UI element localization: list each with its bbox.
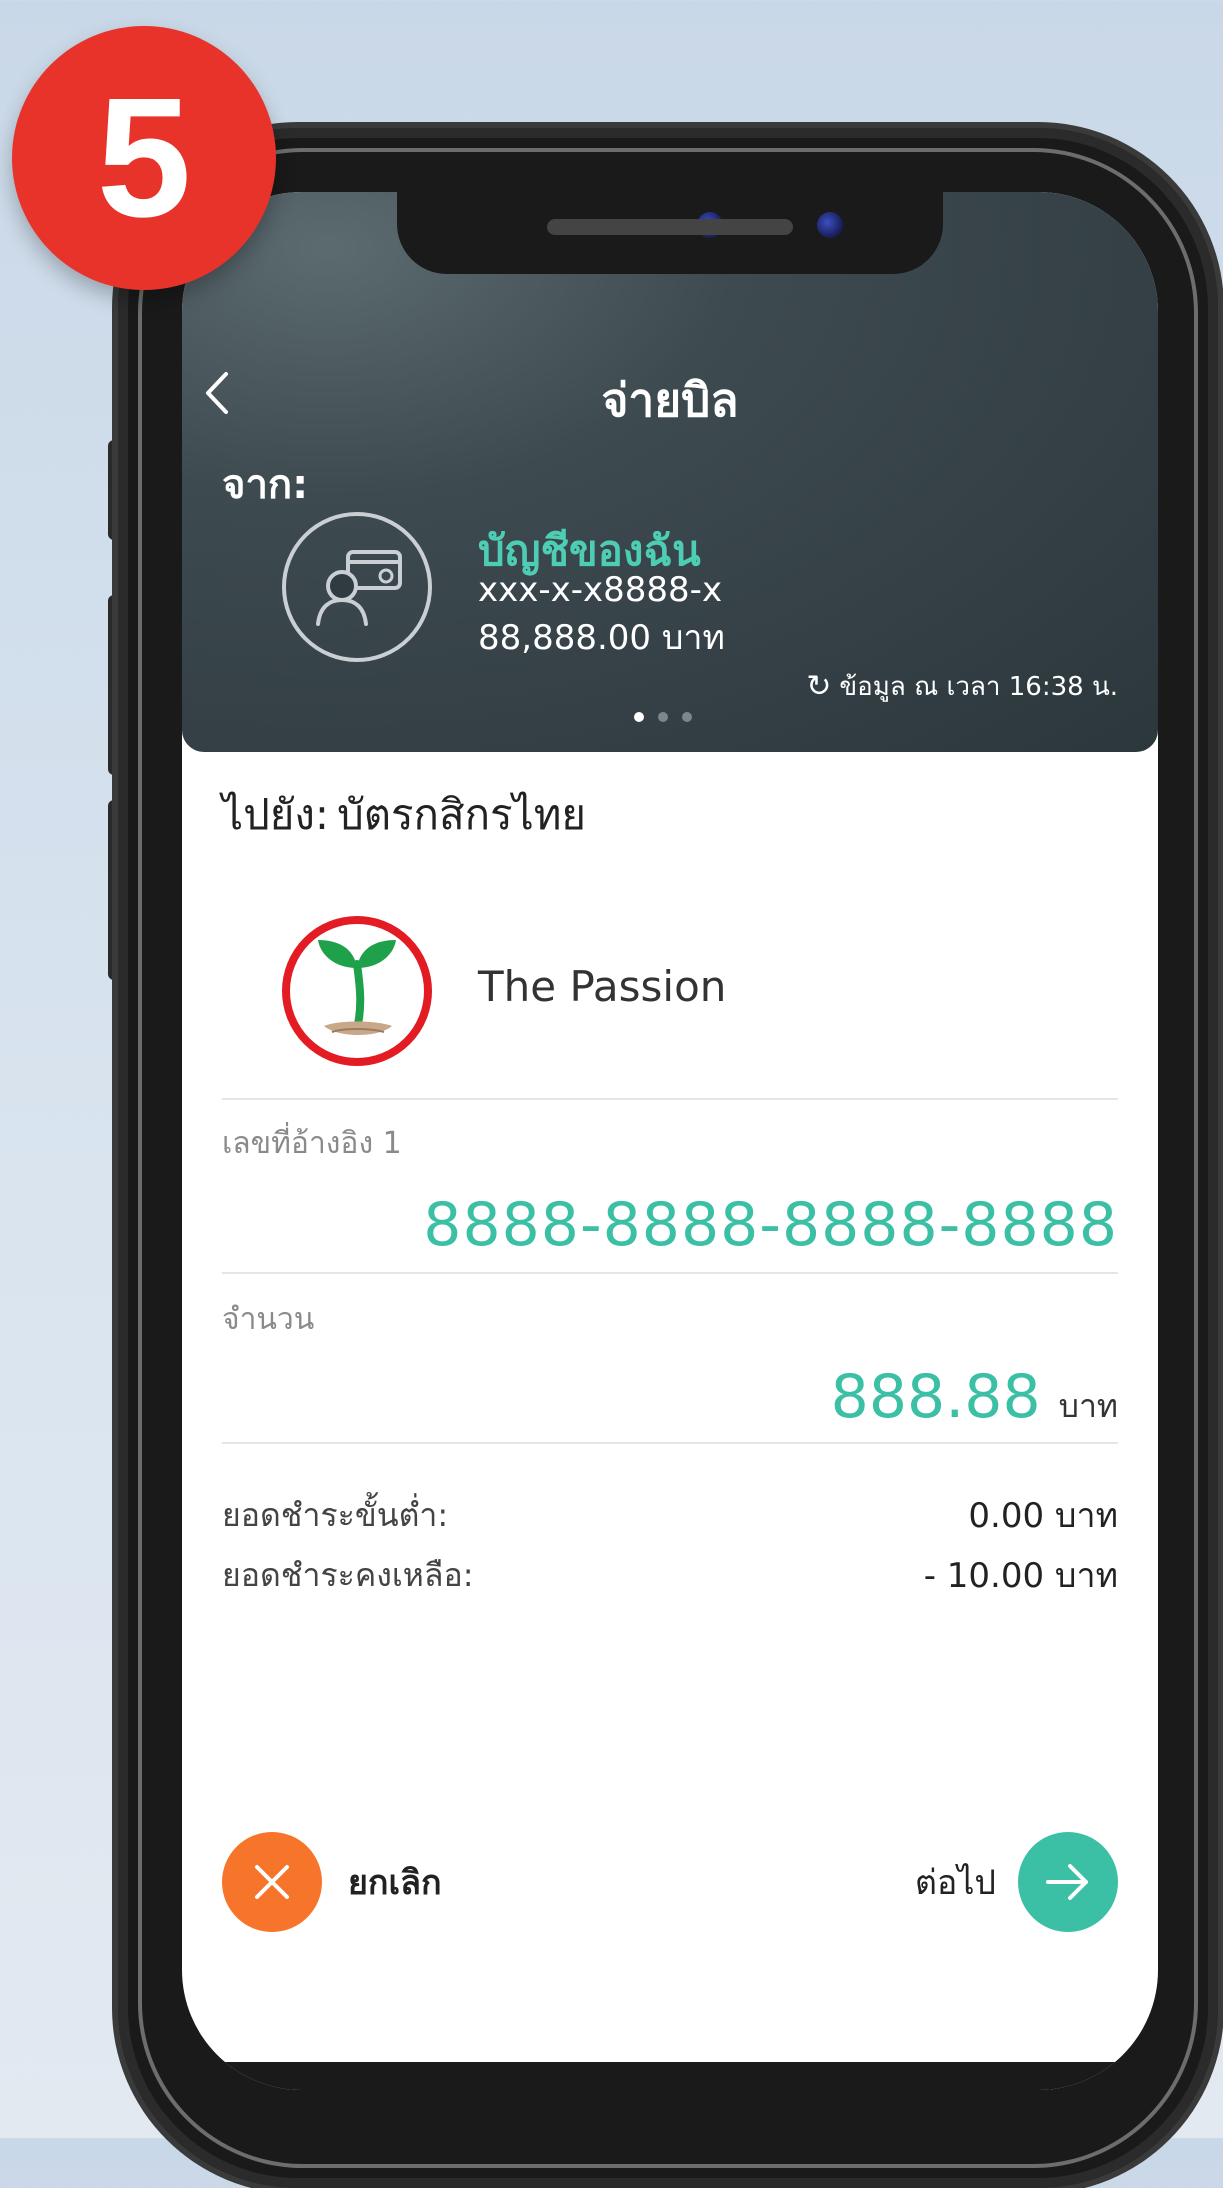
account-number: xxx-x-x8888-x bbox=[478, 570, 723, 610]
phone-screen: จ่ายบิล จาก: บัญชีของฉัน xxx-x-x8888-x 8… bbox=[182, 192, 1158, 2090]
speaker-grille bbox=[547, 219, 793, 235]
home-bar bbox=[182, 2062, 1158, 2090]
notch bbox=[397, 192, 943, 274]
next-button[interactable]: ต่อไป bbox=[915, 1832, 1118, 1932]
step-badge: 5 bbox=[12, 26, 276, 290]
header-panel: จ่ายบิล จาก: บัญชีของฉัน xxx-x-x8888-x 8… bbox=[182, 192, 1158, 752]
refresh-icon[interactable]: ↻ bbox=[806, 669, 831, 704]
to-row: ไปยัง: บัตรกสิกรไทย bbox=[222, 782, 586, 848]
carousel-dot-3[interactable] bbox=[682, 712, 692, 722]
step-number: 5 bbox=[96, 63, 192, 253]
carousel-dot-2[interactable] bbox=[658, 712, 668, 722]
reference-label: เลขที่อ้างอิง 1 bbox=[222, 1126, 402, 1161]
to-label: ไปยัง: bbox=[222, 790, 330, 839]
to-value: บัตรกสิกรไทย bbox=[337, 790, 587, 839]
amount-unit: บาท bbox=[1058, 1387, 1118, 1425]
account-avatar[interactable] bbox=[282, 512, 432, 662]
remaining-label: ยอดชำระคงเหลือ: bbox=[222, 1556, 474, 1594]
amount-value[interactable]: 888.88 bbox=[831, 1362, 1041, 1432]
divider bbox=[222, 1442, 1118, 1444]
cancel-label[interactable]: ยกเลิก bbox=[348, 1855, 442, 1909]
refresh-text: ข้อมูล ณ เวลา 16:38 น. bbox=[839, 672, 1118, 702]
amount-input[interactable]: 888.88 บาท bbox=[831, 1362, 1118, 1432]
next-label[interactable]: ต่อไป bbox=[915, 1855, 996, 1909]
divider bbox=[222, 1272, 1118, 1274]
carousel-dots bbox=[634, 712, 706, 722]
cancel-button[interactable]: ยกเลิก bbox=[222, 1832, 442, 1932]
reference-input[interactable]: 8888-8888-8888-8888 bbox=[423, 1190, 1118, 1260]
amount-label: จำนวน bbox=[222, 1302, 315, 1337]
account-balance: 88,888.00 บาท bbox=[478, 618, 725, 658]
min-payment-value: 0.00 บาท bbox=[968, 1496, 1118, 1536]
min-payment-label: ยอดชำระขั้นต่ำ: bbox=[222, 1496, 449, 1534]
carousel-dot-1[interactable] bbox=[634, 712, 644, 722]
divider bbox=[222, 1098, 1118, 1100]
kasikorn-logo-icon bbox=[282, 916, 432, 1066]
user-card-icon bbox=[316, 550, 402, 626]
sensor-icon bbox=[817, 212, 843, 238]
page-title: จ่ายบิล bbox=[601, 373, 739, 427]
from-label: จาก: bbox=[222, 462, 309, 508]
close-icon[interactable] bbox=[222, 1832, 322, 1932]
remaining-value: - 10.00 บาท bbox=[923, 1556, 1118, 1596]
arrow-right-icon[interactable] bbox=[1018, 1832, 1118, 1932]
refresh-status[interactable]: ↻ ข้อมูล ณ เวลา 16:38 น. bbox=[806, 666, 1118, 707]
card-name: The Passion bbox=[478, 962, 727, 1011]
